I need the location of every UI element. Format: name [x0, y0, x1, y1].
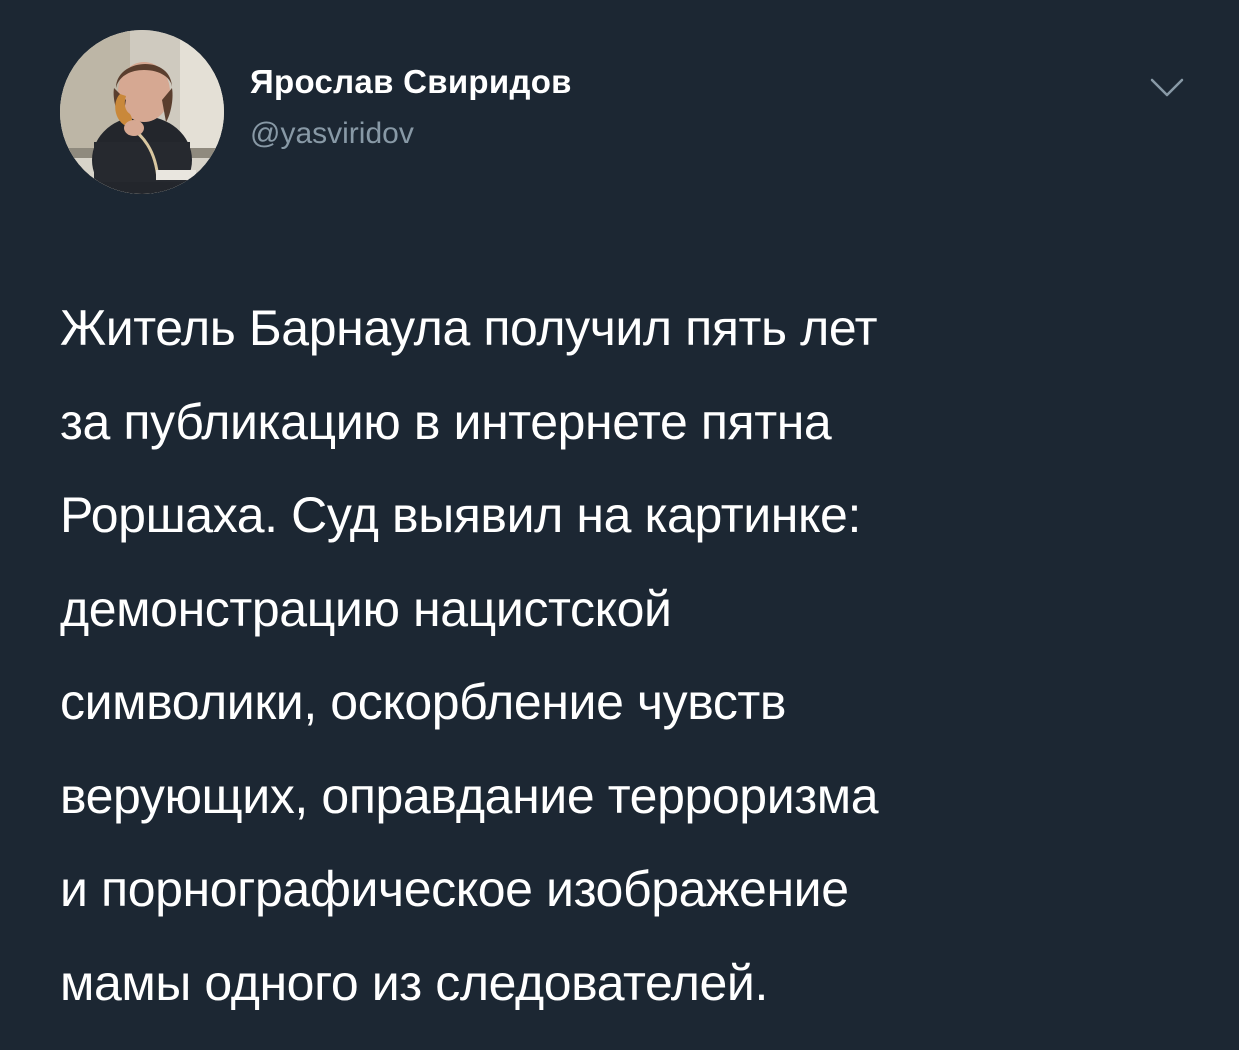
chevron-down-icon[interactable] [1148, 76, 1186, 100]
author-display-name[interactable]: Ярослав Свиридов [250, 62, 572, 102]
tweet-text-line: верующих, оправдание терроризма [60, 767, 879, 824]
tweet-text: Житель Барнаула получил пять лет за публ… [60, 282, 1200, 1030]
tweet-text-line: за публикацию в интернете пятна [60, 393, 832, 450]
tweet-text-line: Роршаха. Суд выявил на картинке: [60, 487, 861, 543]
tweet-text-line: Житель Барнаула получил пять лет [60, 300, 878, 356]
tweet-text-line: символики, оскорбление чувств [60, 674, 787, 730]
author-avatar[interactable] [60, 30, 224, 194]
tweet-card: Ярослав Свиридов @yasviridov Житель Барн… [0, 0, 1239, 1050]
tweet-text-line: демонстрацию нацистской [60, 580, 672, 637]
author-handle[interactable]: @yasviridov [250, 116, 572, 152]
tweet-text-line: и порнографическое изображение [60, 861, 849, 917]
tweet-author: Ярослав Свиридов @yasviridov [250, 62, 572, 152]
tweet-text-line: мамы одного из следователей. [60, 954, 768, 1011]
avatar-photo [60, 30, 224, 194]
